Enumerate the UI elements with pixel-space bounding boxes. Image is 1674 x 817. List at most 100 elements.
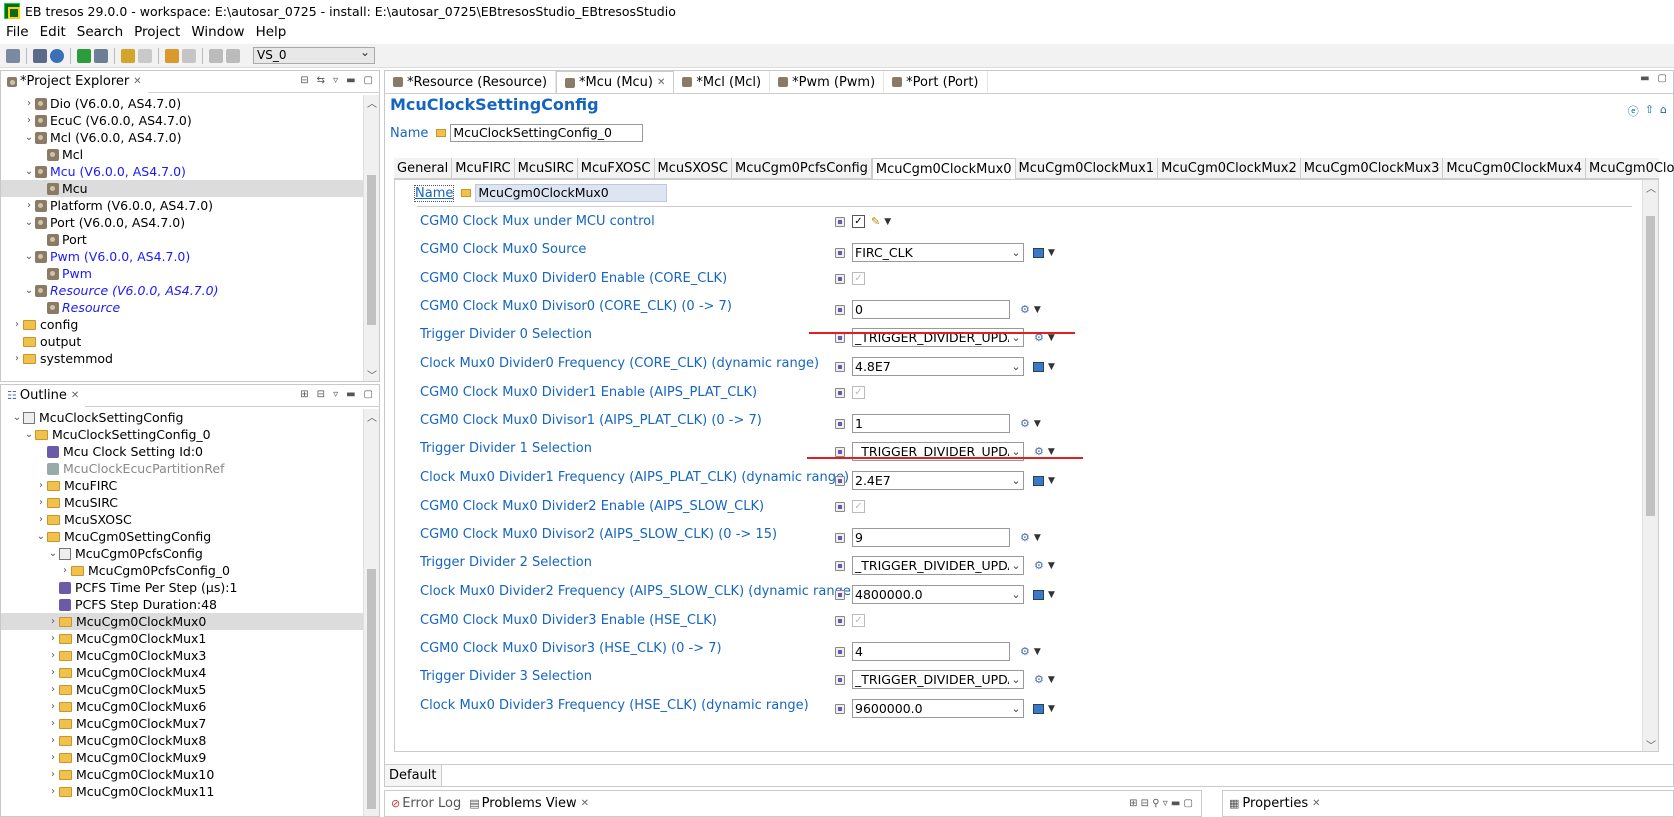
link-icon[interactable]: ⚙ — [1020, 417, 1030, 430]
view-menu-icon[interactable]: ▿ — [333, 389, 338, 400]
table-icon[interactable] — [1033, 361, 1044, 372]
editor-tab[interactable]: *Mcl (Mcl) — [674, 71, 771, 93]
pe-item[interactable]: › Dio (V6.0.0, AS4.7.0) — [1, 95, 363, 112]
pe-item[interactable]: ⌄ Mcl (V6.0.0, AS4.7.0) — [1, 129, 363, 146]
dropdown-arrow-icon[interactable]: ▼ — [1048, 248, 1055, 258]
dropdown-arrow-icon[interactable]: ▼ — [884, 217, 891, 227]
menu-window[interactable]: Window — [185, 24, 249, 40]
subtab[interactable]: McuSXOSC — [655, 158, 732, 179]
back-icon[interactable] — [165, 48, 179, 63]
pe-item[interactable]: ⌄ Mcu (V6.0.0, AS4.7.0) — [1, 163, 363, 180]
expanded-chevron-icon[interactable]: ⌄ — [23, 251, 35, 262]
collapse-all-icon[interactable]: ⊟ — [300, 75, 308, 86]
scroll-up-icon[interactable]: ︿ — [364, 409, 380, 424]
expanded-chevron-icon[interactable]: ⌄ — [23, 166, 35, 177]
expand-all-icon[interactable]: ⊞ — [300, 389, 308, 400]
pe-item[interactable]: output — [1, 333, 363, 350]
pe-item[interactable]: Resource — [1, 299, 363, 316]
subtab[interactable]: McuFIRC — [452, 158, 515, 179]
calculation-icon[interactable] — [835, 674, 845, 685]
scroll-down-icon[interactable]: ﹀ — [1643, 737, 1658, 751]
ol-item[interactable]: › McuCgm0ClockMux11 — [1, 783, 363, 800]
new-icon[interactable] — [6, 48, 20, 63]
ol-item[interactable]: › McuCgm0ClockMux6 — [1, 698, 363, 715]
editor-tab[interactable]: *Resource (Resource) — [385, 71, 557, 93]
bottom-view-controls[interactable]: ⊞ ⊟ ⚲ ▿ ▬ ▢ — [1129, 798, 1193, 809]
tab-project-explorer[interactable]: *Project Explorer ✕ — [1, 70, 148, 93]
collapsed-chevron-icon[interactable]: › — [47, 633, 59, 644]
scroll-up-icon[interactable]: ︿ — [1643, 180, 1658, 195]
pe-item[interactable]: › Platform (V6.0.0, AS4.7.0) — [1, 197, 363, 214]
ol-item[interactable]: › McuCgm0ClockMux5 — [1, 681, 363, 698]
editor-tab[interactable]: *Mcu (Mcu) ✕ — [556, 71, 675, 93]
collapsed-chevron-icon[interactable]: › — [47, 786, 59, 797]
dropdown-arrow-icon[interactable]: ▼ — [1048, 476, 1055, 486]
ol-item[interactable]: › McuSXOSC — [1, 511, 363, 528]
subtab[interactable]: McuCgm0PcfsConfig — [732, 158, 872, 179]
param-combo[interactable]: 4800000.0 ⌄ — [852, 585, 1024, 604]
collapsed-chevron-icon[interactable]: › — [47, 701, 59, 712]
ol-item[interactable]: › McuCgm0ClockMux7 — [1, 715, 363, 732]
subtab[interactable]: McuSIRC — [515, 158, 578, 179]
ol-item[interactable]: › McuCgm0ClockMux1 — [1, 630, 363, 647]
close-icon[interactable]: ✕ — [1312, 798, 1320, 809]
ol-item[interactable]: Mcu Clock Setting Id:0 — [1, 443, 363, 460]
param-combo[interactable]: _TRIGGER_DIVIDER_UPDATE ⌄ — [852, 328, 1024, 347]
close-icon[interactable]: ✕ — [133, 76, 141, 87]
scroll-thumb[interactable] — [1646, 216, 1655, 516]
link-icon[interactable]: ⚙ — [1034, 673, 1044, 686]
collapsed-chevron-icon[interactable]: › — [35, 480, 47, 491]
scroll-thumb[interactable] — [367, 175, 376, 325]
tools-icon[interactable] — [138, 48, 152, 63]
calculation-icon[interactable] — [835, 532, 845, 543]
info-icon[interactable]: ⓔ — [1628, 103, 1639, 119]
tab-properties[interactable]: Properties — [1242, 796, 1308, 811]
ol-item[interactable]: ⌄ McuCgm0PcfsConfig — [1, 545, 363, 562]
form-name-input[interactable]: McuCgm0ClockMux0 — [475, 184, 668, 202]
subtab[interactable]: McuCgm0ClockMux0 — [871, 158, 1016, 179]
calculation-icon[interactable] — [835, 589, 845, 600]
pe-item[interactable]: ⌄ Port (V6.0.0, AS4.7.0) — [1, 214, 363, 231]
ol-item[interactable]: › McuCgm0ClockMux0 — [1, 613, 363, 630]
collapsed-chevron-icon[interactable]: › — [47, 616, 59, 627]
dropdown-arrow-icon[interactable]: ▼ — [1048, 447, 1055, 457]
generate-icon[interactable] — [77, 48, 91, 63]
dropdown-arrow-icon[interactable]: ▼ — [1048, 561, 1055, 571]
link-icon[interactable]: ⚙ — [1020, 531, 1030, 544]
expanded-chevron-icon[interactable]: ⌄ — [35, 531, 47, 542]
expanded-chevron-icon[interactable]: ⌄ — [23, 132, 35, 143]
project-explorer-scrollbar[interactable]: ︿ ﹀ — [363, 95, 380, 382]
table-icon[interactable] — [1033, 247, 1044, 258]
subtab[interactable]: General — [394, 158, 453, 179]
calculation-icon[interactable] — [835, 446, 845, 457]
collapse-all-icon[interactable]: ⊟ — [317, 389, 325, 400]
subtab[interactable]: McuFXOSC — [578, 158, 655, 179]
ol-item[interactable]: ⌄ McuCgm0SettingConfig — [1, 528, 363, 545]
variant-select[interactable]: VS_0 — [253, 45, 375, 64]
calculation-icon[interactable] — [835, 361, 845, 372]
history-icon[interactable] — [226, 48, 240, 63]
dropdown-arrow-icon[interactable]: ▼ — [1034, 647, 1041, 657]
editor-tab[interactable]: *Pwm (Pwm) — [770, 71, 885, 93]
maximize-icon[interactable]: ▢ — [364, 389, 373, 400]
ol-item[interactable]: › McuCgm0PcfsConfig_0 — [1, 562, 363, 579]
dropdown-arrow-icon[interactable]: ▼ — [1048, 704, 1055, 714]
pe-item[interactable]: Mcu — [1, 180, 363, 197]
maximize-icon[interactable]: ▢ — [1658, 73, 1667, 84]
expanded-chevron-icon[interactable]: ⌄ — [23, 217, 35, 228]
form-scrollbar[interactable]: ︿ ﹀ — [1642, 180, 1658, 751]
dropdown-arrow-icon[interactable]: ▼ — [1048, 333, 1055, 343]
collapsed-chevron-icon[interactable]: › — [59, 565, 71, 576]
collapsed-chevron-icon[interactable]: › — [23, 200, 35, 211]
pe-item[interactable]: Mcl — [1, 146, 363, 163]
collapsed-chevron-icon[interactable]: › — [11, 319, 23, 330]
table-icon[interactable] — [1033, 589, 1044, 600]
scroll-down-icon[interactable]: ﹀ — [364, 367, 380, 382]
calculation-icon[interactable] — [835, 387, 845, 398]
calculation-icon[interactable] — [835, 501, 845, 512]
up-icon[interactable]: ⇧ — [1645, 103, 1654, 119]
menu-help[interactable]: Help — [250, 24, 292, 40]
pe-item[interactable]: ⌄ Resource (V6.0.0, AS4.7.0) — [1, 282, 363, 299]
ol-item[interactable]: ⌄ McuClockSettingConfig — [1, 409, 363, 426]
calculation-icon[interactable] — [835, 646, 845, 657]
